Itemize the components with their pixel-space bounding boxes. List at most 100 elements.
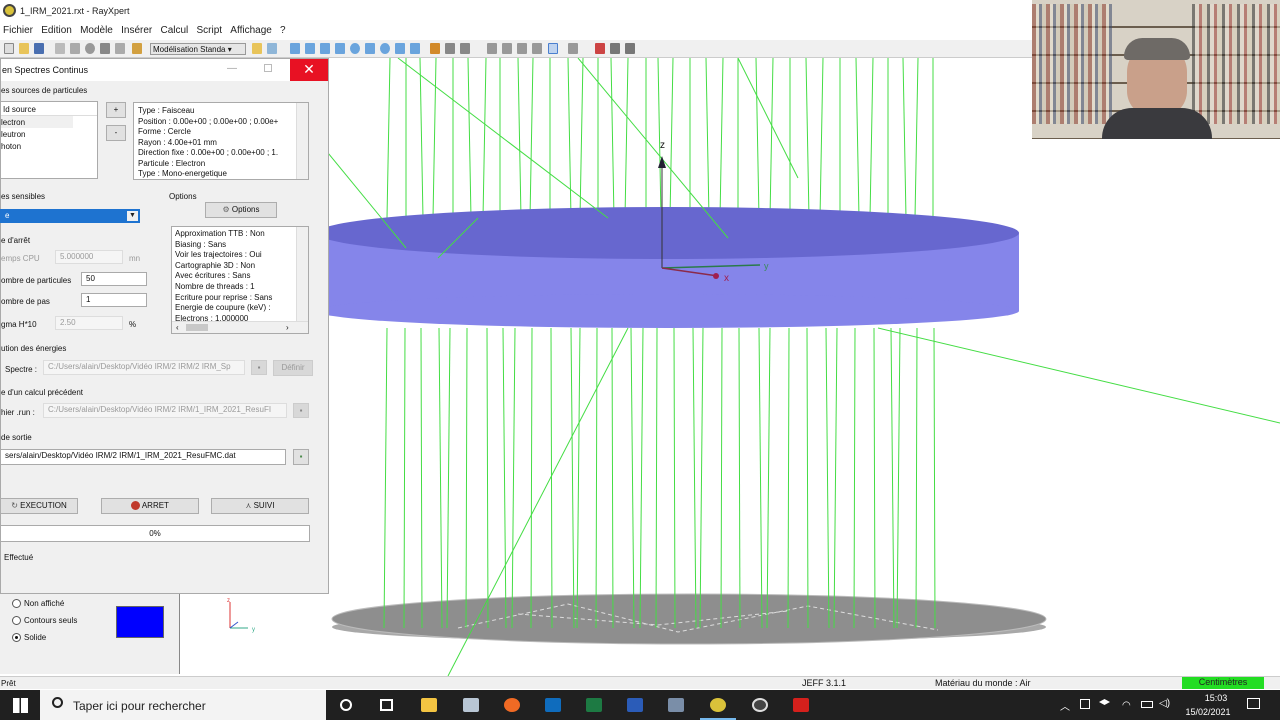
- measure-icon[interactable]: [595, 43, 605, 54]
- menu-fichier[interactable]: Fichier: [0, 22, 36, 36]
- plane-icon[interactable]: [410, 43, 420, 54]
- folder-icon[interactable]: [252, 43, 262, 54]
- clock-date[interactable]: 15/02/2021: [1178, 707, 1238, 717]
- scroll-left-icon[interactable]: ‹: [176, 323, 179, 332]
- cone-icon[interactable]: [320, 43, 330, 54]
- windows-start-icon[interactable]: [13, 698, 28, 713]
- options-scrollbar[interactable]: [296, 227, 308, 321]
- sensitive-select[interactable]: e ▼: [0, 209, 140, 223]
- remove-source-button[interactable]: -: [106, 125, 126, 141]
- file-explorer-icon[interactable]: [421, 698, 437, 712]
- scroll-right-icon[interactable]: ›: [286, 323, 289, 332]
- pan-icon[interactable]: [532, 43, 542, 54]
- radio-hidden[interactable]: [12, 599, 21, 609]
- excel-icon[interactable]: [586, 698, 602, 712]
- grid-icon[interactable]: [610, 43, 620, 54]
- taskbar-search[interactable]: Taper ici pour rechercher: [40, 690, 326, 720]
- menu-affichage[interactable]: Affichage: [227, 22, 275, 36]
- menu-calcul[interactable]: Calcul: [157, 22, 191, 36]
- delete-icon[interactable]: [100, 43, 110, 54]
- radio-contours[interactable]: [12, 616, 21, 626]
- spectre-browse-button[interactable]: ▪: [251, 360, 267, 375]
- select-icon[interactable]: [517, 43, 527, 54]
- menu-modele[interactable]: Modèle: [77, 22, 116, 36]
- display-option-solid[interactable]: Solide: [12, 633, 46, 643]
- torus-icon[interactable]: [380, 43, 390, 54]
- firefox-icon[interactable]: [504, 698, 520, 712]
- pointer-icon[interactable]: [548, 43, 558, 54]
- notification-icon[interactable]: [1247, 698, 1260, 709]
- wedge-icon[interactable]: [365, 43, 375, 54]
- close-button[interactable]: ✕: [290, 59, 328, 81]
- particles-field[interactable]: 50: [81, 272, 147, 286]
- scene-svg[interactable]: z y x: [328, 58, 1280, 676]
- battery-icon[interactable]: [1141, 701, 1153, 708]
- modeling-mode-select[interactable]: Modélisation Standa ▾: [150, 43, 246, 55]
- move-icon[interactable]: [445, 43, 455, 54]
- minimize-icon[interactable]: —: [227, 63, 237, 74]
- details-scrollbar[interactable]: [296, 103, 308, 179]
- steps-field[interactable]: 1: [81, 293, 147, 307]
- transform-icon[interactable]: [430, 43, 440, 54]
- cap-icon[interactable]: [395, 43, 405, 54]
- execution-button[interactable]: ↻ EXECUTION: [0, 498, 78, 514]
- options-button[interactable]: ⚙ Options: [205, 202, 277, 218]
- wifi-icon[interactable]: ◠: [1122, 700, 1131, 711]
- output-browse-button[interactable]: ▪: [293, 449, 309, 465]
- source-item-neutron[interactable]: leutron: [1, 128, 97, 140]
- paste-icon[interactable]: [115, 43, 125, 54]
- source-item-electron[interactable]: lectron: [1, 116, 73, 128]
- spectre-field[interactable]: C:/Users/alain/Desktop/Vidéo IRM/2 IRM/2…: [43, 360, 245, 375]
- options-hscrollbar[interactable]: ‹ ›: [172, 321, 308, 333]
- follow-button[interactable]: ⋏ SUIVI: [211, 498, 309, 514]
- stop-button[interactable]: ARRET: [101, 498, 199, 514]
- sources-list[interactable]: Id source lectron leutron hoton: [0, 101, 98, 179]
- cut-icon[interactable]: [55, 43, 65, 54]
- 3d-viewport[interactable]: z y x: [328, 58, 1280, 676]
- meeting-icon[interactable]: [1080, 699, 1090, 709]
- open-folder-icon[interactable]: [19, 43, 29, 54]
- cortana-icon[interactable]: [340, 699, 352, 711]
- menu-help[interactable]: ?: [277, 22, 289, 36]
- menu-inserer[interactable]: Insérer: [118, 22, 155, 36]
- chevron-up-icon[interactable]: ︿: [1060, 698, 1070, 713]
- clock-time[interactable]: 15:03: [1194, 693, 1238, 703]
- display-option-contours[interactable]: Contours seuls: [12, 616, 77, 626]
- color-swatch[interactable]: [116, 606, 164, 638]
- remote-desktop-icon[interactable]: [668, 698, 684, 712]
- output-file-field[interactable]: sers/alain/Desktop/Vidéo IRM/2 IRM/1_IRM…: [0, 449, 286, 465]
- rayxpert-icon[interactable]: [710, 698, 726, 712]
- sphere-icon[interactable]: [350, 43, 360, 54]
- volume-icon[interactable]: ◁): [1159, 698, 1170, 709]
- app-icon[interactable]: [463, 698, 479, 712]
- cylinder-icon[interactable]: [305, 43, 315, 54]
- zoom-fit-icon[interactable]: [460, 43, 470, 54]
- maximize-icon[interactable]: [264, 64, 272, 72]
- dropbox-icon[interactable]: [1099, 699, 1110, 705]
- zoom-icon[interactable]: [568, 43, 578, 54]
- chevron-down-icon[interactable]: ▼: [127, 211, 138, 221]
- radio-solid[interactable]: [12, 633, 21, 643]
- undo-icon[interactable]: [132, 43, 142, 54]
- new-file-icon[interactable]: [4, 43, 14, 54]
- view-icon[interactable]: [487, 43, 497, 54]
- sigma-field[interactable]: 2.50: [55, 316, 123, 330]
- box-icon[interactable]: [290, 43, 300, 54]
- define-button[interactable]: Définir: [273, 360, 313, 376]
- word-icon[interactable]: [627, 698, 643, 712]
- camera-icon[interactable]: [625, 43, 635, 54]
- add-source-button[interactable]: +: [106, 102, 126, 118]
- scroll-thumb[interactable]: [186, 324, 208, 331]
- cpu-time-field[interactable]: 5.000000: [55, 250, 123, 264]
- copy-icon[interactable]: [70, 43, 80, 54]
- settings-icon[interactable]: [85, 43, 95, 54]
- source-item-photon[interactable]: hoton: [1, 140, 97, 152]
- menu-edition[interactable]: Edition: [38, 22, 75, 36]
- display-option-hidden[interactable]: Non affiché: [12, 599, 64, 609]
- run-file-field[interactable]: C:/Users/alain/Desktop/Vidéo IRM/2 IRM/1…: [43, 403, 287, 418]
- pyramid-icon[interactable]: [335, 43, 345, 54]
- task-view-icon[interactable]: [380, 699, 393, 711]
- refresh-icon[interactable]: [267, 43, 277, 54]
- outlook-icon[interactable]: [545, 698, 561, 712]
- run-browse-button[interactable]: ▪: [293, 403, 309, 418]
